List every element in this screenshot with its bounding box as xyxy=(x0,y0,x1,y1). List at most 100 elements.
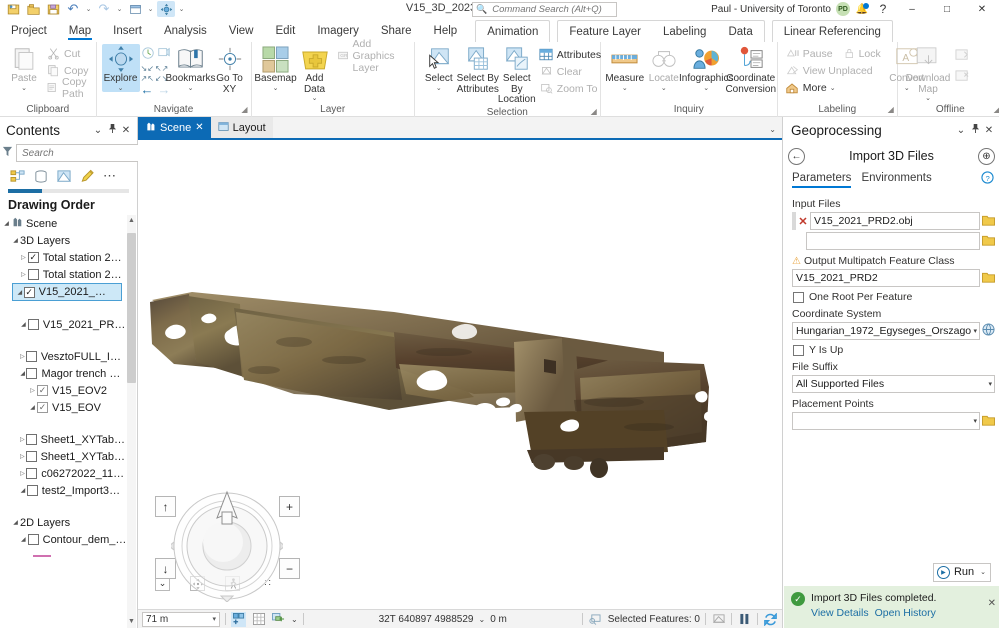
save-as-icon[interactable] xyxy=(44,1,62,17)
forward-arrow-icon[interactable]: → xyxy=(158,84,171,96)
bookmarks-caret-icon[interactable]: ⌄ xyxy=(188,85,194,92)
avatar[interactable]: PD xyxy=(836,2,850,16)
add-data-button[interactable]: Add Data ⌄ xyxy=(296,44,334,102)
tab-project[interactable]: Project xyxy=(0,20,58,42)
navigator-wheel[interactable] xyxy=(171,490,283,602)
tab-data[interactable]: Data xyxy=(717,22,763,42)
undo-icon[interactable]: ↶ xyxy=(64,1,82,17)
snapping-icon[interactable] xyxy=(231,612,246,627)
sync-replica-icon[interactable] xyxy=(954,48,971,66)
expander-icon[interactable]: ◢ xyxy=(2,220,11,227)
tree-item-2d-layers[interactable]: ◢ 2D Layers xyxy=(0,514,137,531)
browse-folder-icon[interactable] xyxy=(982,214,995,229)
basemap-button[interactable]: Basemap ⌄ xyxy=(257,44,295,92)
coordinate-caret-icon[interactable]: ⌄ xyxy=(478,615,485,624)
refresh-icon[interactable] xyxy=(763,612,778,627)
gp-menu-icon[interactable]: ⌄ xyxy=(954,125,968,136)
explore-tool-icon[interactable] xyxy=(157,1,175,17)
run-caret-icon[interactable]: ⌄ xyxy=(978,568,986,576)
add-data-caret-icon[interactable]: ⌄ xyxy=(312,95,318,102)
layout-dropdown-caret-icon[interactable]: ⌄ xyxy=(146,5,155,13)
browse-folder-icon[interactable] xyxy=(982,234,995,249)
infographics-caret-icon[interactable]: ⌄ xyxy=(703,85,709,92)
layer-checkbox[interactable] xyxy=(28,319,39,330)
dismiss-message-icon[interactable]: ✕ xyxy=(988,598,996,609)
open-project-icon[interactable] xyxy=(24,1,42,17)
selection-dialog-launcher-icon[interactable]: ◢ xyxy=(591,105,597,118)
pause-labeling-button[interactable]: Pause xyxy=(783,45,835,62)
locate-button[interactable]: Locate ⌄ xyxy=(645,44,683,92)
expander-icon[interactable]: ◢ xyxy=(19,321,28,328)
infographics-button[interactable]: Infographics ⌄ xyxy=(684,44,729,92)
tab-edit[interactable]: Edit xyxy=(264,20,306,42)
redo-icon[interactable]: ↷ xyxy=(95,1,113,17)
map-canvas[interactable]: ⌄ ∷ ↑ ↓ + − xyxy=(138,138,782,609)
tab-view[interactable]: View xyxy=(218,20,265,42)
layer-checkbox[interactable] xyxy=(26,368,37,379)
select-by-location-button[interactable]: Select By Location xyxy=(498,44,536,106)
maximize-button[interactable]: □ xyxy=(932,0,962,18)
tree-item-v15-eov[interactable]: ◢ ✓ V15_EOV xyxy=(0,399,137,416)
tab-parameters[interactable]: Parameters xyxy=(792,172,851,188)
grid-icon[interactable] xyxy=(251,612,266,627)
help-icon[interactable]: ? xyxy=(874,2,892,16)
status-caret-icon[interactable]: ⌄ xyxy=(291,615,298,624)
tree-item-contour-dem-1m[interactable]: ◢ Contour_dem_1m xyxy=(0,531,137,548)
layer-checkbox[interactable] xyxy=(28,269,39,280)
expander-icon[interactable]: ◢ xyxy=(11,519,20,526)
tab-insert[interactable]: Insert xyxy=(102,20,153,42)
tree-item-total-station-2022[interactable]: ▷ ✓ Total station 2022 xyxy=(0,249,137,266)
close-tab-icon[interactable]: ✕ xyxy=(195,122,203,133)
layer-checkbox[interactable] xyxy=(26,351,37,362)
expander-icon[interactable]: ▷ xyxy=(19,470,26,477)
one-root-per-feature-row[interactable]: One Root Per Feature xyxy=(793,291,995,303)
tab-labeling[interactable]: Labeling xyxy=(652,22,717,42)
layer-checkbox[interactable] xyxy=(26,468,37,479)
y-is-up-checkbox[interactable] xyxy=(793,345,804,356)
tree-item-v15-2021-prd1[interactable]: ◢ V15_2021_PRD1 xyxy=(0,316,137,333)
offline-dialog-launcher-icon[interactable]: ◢ xyxy=(994,103,999,116)
select-button[interactable]: Select ⌄ xyxy=(420,44,458,92)
coordinate-system-combo[interactable]: Hungarian_1972_Egyseges_Orszagos_Vetulet… xyxy=(792,322,980,340)
file-suffix-combo[interactable]: All Supported Files ▾ xyxy=(792,375,995,393)
undo-dropdown-caret-icon[interactable]: ⌄ xyxy=(84,5,93,13)
view-tab-layout[interactable]: Layout xyxy=(211,117,273,138)
contents-close-icon[interactable]: ✕ xyxy=(119,125,133,136)
y-is-up-row[interactable]: Y Is Up xyxy=(793,344,995,356)
more-labeling-caret-icon[interactable]: ⌄ xyxy=(830,84,836,92)
view-tabs-overflow-caret-icon[interactable]: ⌄ xyxy=(769,125,776,134)
run-button[interactable]: ▶ Run ⌄ xyxy=(933,563,991,582)
more-labeling-button[interactable]: More ⌄ xyxy=(783,79,883,96)
gp-pin-icon[interactable] xyxy=(968,123,982,137)
expander-icon[interactable]: ◢ xyxy=(16,289,24,296)
measure-button[interactable]: Measure ⌄ xyxy=(606,44,644,92)
tab-animation[interactable]: Animation xyxy=(476,22,549,42)
save-project-icon[interactable] xyxy=(4,1,22,17)
layer-checkbox[interactable] xyxy=(28,534,39,545)
tab-map[interactable]: Map xyxy=(58,20,102,42)
copy-path-button[interactable]: Copy Path xyxy=(44,79,91,96)
download-map-button[interactable]: Download Map ⌄ xyxy=(903,44,953,102)
tree-item-sheet1-xytabletopoint-b[interactable]: ▷ Sheet1_XYTableToPoi... xyxy=(0,448,137,465)
more-views-icon[interactable]: ⋯ xyxy=(102,168,118,184)
tab-help[interactable]: Help xyxy=(423,20,469,42)
tree-item-sheet1-xytabletopoint-a[interactable]: ▷ Sheet1_XYTableToPoi... xyxy=(0,431,137,448)
minimize-button[interactable]: – xyxy=(897,0,927,18)
layer-checkbox[interactable]: ✓ xyxy=(28,252,39,263)
tool-help-icon[interactable]: ? xyxy=(981,171,994,187)
expander-icon[interactable]: ◢ xyxy=(28,404,37,411)
tab-environments[interactable]: Environments xyxy=(861,172,931,188)
chevron-down-icon[interactable]: ▾ xyxy=(971,417,977,425)
expander-icon[interactable]: ▷ xyxy=(19,271,28,278)
navigate-dialog-launcher-icon[interactable]: ◢ xyxy=(241,103,247,116)
back-button[interactable]: ← xyxy=(788,148,805,165)
input-files-value-2[interactable] xyxy=(806,232,980,250)
redo-dropdown-caret-icon[interactable]: ⌄ xyxy=(115,5,124,13)
command-search-input[interactable] xyxy=(490,3,608,16)
close-button[interactable]: ✕ xyxy=(967,0,997,18)
lock-labeling-button[interactable]: Lock xyxy=(839,45,883,62)
measure-caret-icon[interactable]: ⌄ xyxy=(622,85,628,92)
layer-checkbox[interactable] xyxy=(26,451,37,462)
layer-checkbox[interactable]: ✓ xyxy=(37,402,48,413)
tree-item-v15-2021-prd2[interactable]: ◢ ✓ V15_2021_PRD2 xyxy=(12,283,122,301)
